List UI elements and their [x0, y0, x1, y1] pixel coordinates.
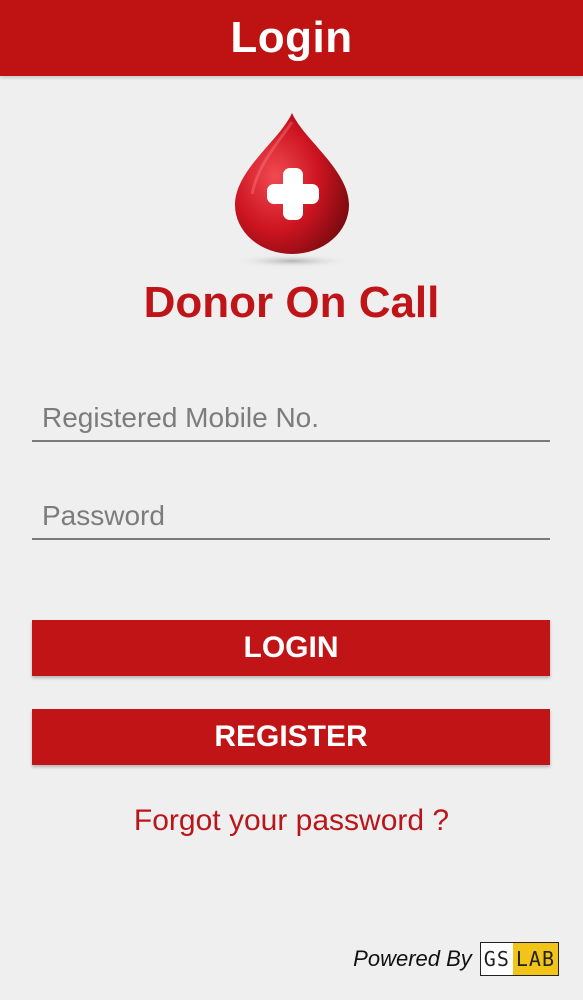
powered-by-text: Powered By: [353, 946, 472, 971]
login-button-label: LOGIN: [243, 631, 339, 664]
brand-name: Donor On Call: [143, 278, 440, 327]
mobile-input[interactable]: [32, 396, 550, 440]
app-bar: Login: [0, 0, 583, 76]
login-button[interactable]: LOGIN: [32, 620, 550, 676]
forgot-password-link[interactable]: Forgot your password ?: [0, 804, 583, 838]
mobile-field: [32, 396, 550, 442]
gslab-logo-gs: GS: [480, 943, 513, 975]
register-button[interactable]: REGISTER: [32, 709, 550, 765]
powered-by: Powered By GS LAB: [353, 942, 559, 976]
register-button-label: REGISTER: [214, 720, 368, 753]
password-field: [32, 494, 550, 540]
gslab-logo-lab: LAB: [512, 943, 558, 975]
password-input[interactable]: [32, 494, 550, 538]
gslab-logo: GS LAB: [479, 942, 559, 976]
blood-drop-plus-icon: [230, 113, 354, 268]
page-title: Login: [230, 13, 353, 62]
